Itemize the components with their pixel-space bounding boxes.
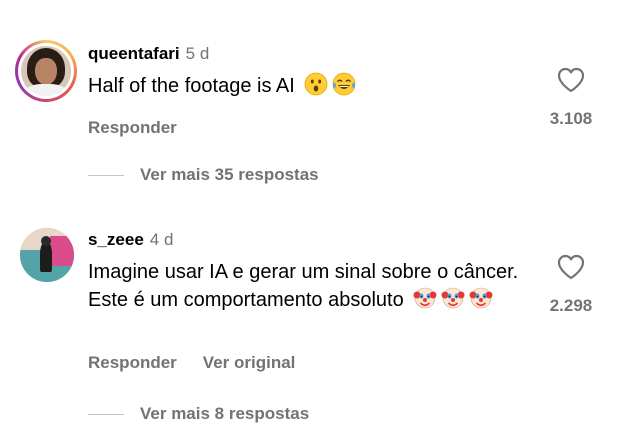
timestamp: 4 d xyxy=(149,230,174,249)
like-area: 3.108 xyxy=(540,67,602,129)
reply-button[interactable]: Responder xyxy=(88,118,177,137)
avatar[interactable] xyxy=(20,228,74,282)
timestamp: 5 d xyxy=(185,44,210,63)
view-replies[interactable]: Ver mais 8 respostas xyxy=(88,403,309,425)
like-area: 2.298 xyxy=(540,254,602,316)
view-replies-label[interactable]: Ver mais 35 respostas xyxy=(140,165,319,184)
hushed-face-emoji xyxy=(304,72,328,96)
comment-actions: Responder xyxy=(88,117,177,139)
comment-body: Half of the footage is AI xyxy=(88,75,295,97)
view-replies[interactable]: Ver mais 35 respostas xyxy=(88,164,319,186)
avatar[interactable] xyxy=(15,40,77,102)
see-original-button[interactable]: Ver original xyxy=(203,353,296,372)
reply-button[interactable]: Responder xyxy=(88,353,177,372)
comment-text: Imagine usar IA e gerar um sinal sobre o… xyxy=(88,259,528,314)
replies-divider xyxy=(88,414,124,416)
username[interactable]: queentafari xyxy=(88,44,180,63)
like-count: 3.108 xyxy=(549,109,593,128)
view-replies-label[interactable]: Ver mais 8 respostas xyxy=(140,404,309,423)
comment-header: queentafari 5 d xyxy=(88,43,209,65)
clown-face-emoji xyxy=(469,287,493,309)
heart-icon[interactable] xyxy=(557,67,585,93)
clown-face-emoji xyxy=(441,287,465,309)
comment-header: s_zeee 4 d xyxy=(88,229,173,251)
like-count: 2.298 xyxy=(549,296,593,315)
heart-icon[interactable] xyxy=(557,254,585,280)
avatar-photo xyxy=(21,46,71,96)
comment-actions: Responder Ver original xyxy=(88,352,295,374)
username[interactable]: s_zeee xyxy=(88,230,144,249)
comment-text: Half of the footage is AI xyxy=(88,72,528,100)
replies-divider xyxy=(88,175,124,177)
avatar-photo xyxy=(20,228,74,282)
clown-face-emoji xyxy=(413,287,437,309)
tears-of-joy-emoji xyxy=(332,72,356,96)
